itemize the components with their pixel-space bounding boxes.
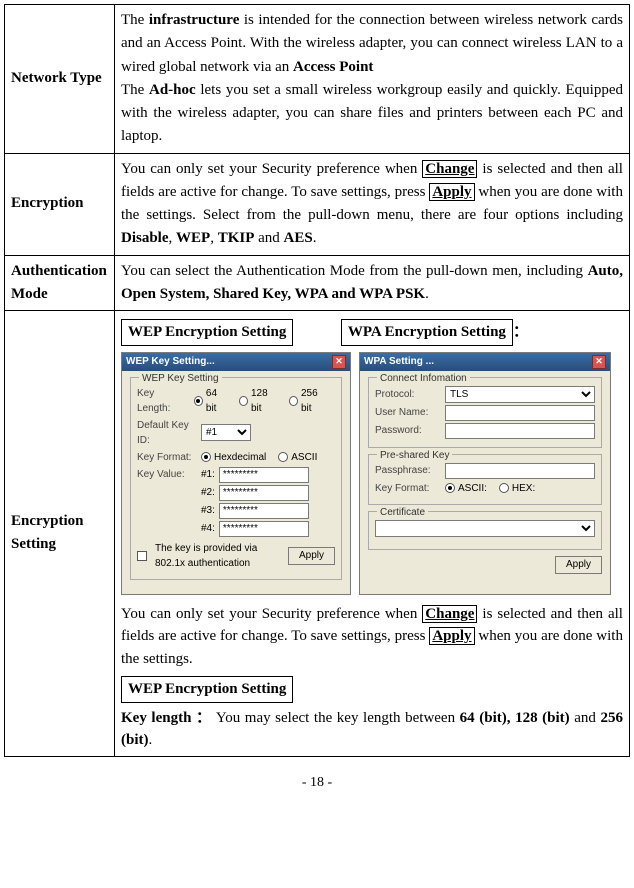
- protocol-select[interactable]: TLS: [445, 386, 595, 403]
- wep-heading: WEP Encryption Setting: [121, 319, 293, 346]
- key4-input[interactable]: [219, 521, 309, 537]
- radio-64bit[interactable]: 64 bit: [194, 386, 227, 416]
- change-button-ref: Change: [422, 160, 477, 178]
- desc-auth-mode: You can select the Authentication Mode f…: [115, 255, 630, 311]
- wpa-apply-button[interactable]: Apply: [555, 556, 602, 574]
- manual-table: Network Type The infrastructure is inten…: [4, 4, 630, 757]
- row-encryption: Encryption You can only set your Securit…: [5, 153, 630, 255]
- page-number: - 18 -: [4, 775, 630, 791]
- provided-checkbox[interactable]: [137, 551, 147, 561]
- wep-dialog-title: WEP Key Setting... ✕: [122, 353, 350, 371]
- close-icon[interactable]: ✕: [592, 355, 606, 369]
- label-enc-setting: Encryption Setting: [5, 311, 115, 757]
- close-icon[interactable]: ✕: [332, 355, 346, 369]
- wpa-dialog-title: WPA Setting ... ✕: [360, 353, 610, 371]
- desc-enc-setting: WEP Encryption Setting WPA Encryption Se…: [115, 311, 630, 757]
- wep-heading2: WEP Encryption Setting: [121, 676, 293, 703]
- wep-dialog: WEP Key Setting... ✕ WEP Key Setting Key…: [121, 352, 351, 595]
- radio-ascii[interactable]: ASCII: [278, 450, 317, 465]
- apply-button-ref2: Apply: [429, 627, 474, 645]
- radio-256bit[interactable]: 256 bit: [289, 386, 327, 416]
- key3-input[interactable]: [219, 503, 309, 519]
- radio-128bit[interactable]: 128 bit: [239, 386, 277, 416]
- label-network-type: Network Type: [5, 5, 115, 154]
- row-auth-mode: Authentication Mode You can select the A…: [5, 255, 630, 311]
- wep-apply-button[interactable]: Apply: [288, 547, 335, 565]
- label-auth-mode: Authentication Mode: [5, 255, 115, 311]
- label-encryption: Encryption: [5, 153, 115, 255]
- wpa-heading: WPA Encryption Setting: [341, 319, 513, 346]
- radio-wpa-hex[interactable]: HEX:: [499, 481, 535, 496]
- default-key-select[interactable]: #1: [201, 424, 251, 441]
- passphrase-input[interactable]: [445, 463, 595, 479]
- key1-input[interactable]: [219, 467, 309, 483]
- row-encryption-setting: Encryption Setting WEP Encryption Settin…: [5, 311, 630, 757]
- desc-encryption: You can only set your Security preferenc…: [115, 153, 630, 255]
- key2-input[interactable]: [219, 485, 309, 501]
- username-input[interactable]: [445, 405, 595, 421]
- apply-button-ref: Apply: [429, 183, 474, 201]
- row-network-type: Network Type The infrastructure is inten…: [5, 5, 630, 154]
- change-button-ref2: Change: [422, 605, 477, 623]
- desc-network-type: The infrastructure is intended for the c…: [115, 5, 630, 154]
- password-input[interactable]: [445, 423, 595, 439]
- radio-wpa-ascii[interactable]: ASCII:: [445, 481, 487, 496]
- certificate-select[interactable]: [375, 520, 595, 537]
- wpa-dialog: WPA Setting ... ✕ Connect Infomation Pro…: [359, 352, 611, 595]
- radio-hex[interactable]: Hexdecimal: [201, 450, 266, 465]
